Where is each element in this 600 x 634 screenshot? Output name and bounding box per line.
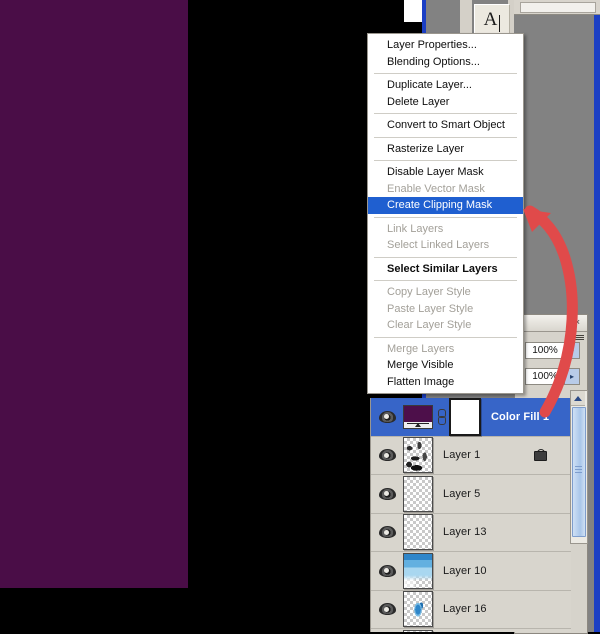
menu-item[interactable]: Merge Visible bbox=[368, 357, 523, 374]
menu-item: Paste Layer Style bbox=[387, 302, 474, 315]
layer-name: Layer 5 bbox=[443, 487, 481, 500]
layer-thumbnail-color-fill[interactable] bbox=[403, 404, 433, 429]
options-bar-field[interactable] bbox=[520, 2, 596, 13]
layer-name: Layer 13 bbox=[443, 526, 487, 539]
layer-visibility-toggle[interactable] bbox=[371, 410, 403, 423]
eye-icon bbox=[378, 526, 396, 539]
screenshot-root: A –× 100% ▸ 100% ▸ Color Fill 1 Layer 1 … bbox=[0, 0, 600, 634]
layer-thumbnail[interactable] bbox=[403, 591, 433, 628]
canvas-white-strip bbox=[404, 0, 422, 22]
menu-separator bbox=[374, 256, 517, 258]
layer-name: Layer 10 bbox=[443, 564, 487, 577]
layer-visibility-toggle[interactable] bbox=[371, 449, 403, 462]
menu-item[interactable]: Blending Options... bbox=[368, 54, 523, 71]
window-border-right bbox=[594, 0, 600, 632]
eye-icon bbox=[378, 487, 396, 500]
opacity-value[interactable]: 100% bbox=[525, 341, 565, 359]
menu-item: Copy Layer Style bbox=[387, 286, 471, 298]
menu-separator bbox=[374, 113, 517, 114]
menu-item[interactable]: Convert to Smart Object bbox=[368, 117, 523, 134]
layer-name: Color Fill 1 bbox=[491, 410, 550, 423]
scroll-up-arrow-icon[interactable] bbox=[571, 391, 585, 406]
opacity-stepper-icon[interactable]: ▸ bbox=[565, 341, 580, 359]
fill-stepper-icon[interactable]: ▸ bbox=[565, 367, 580, 385]
opacity-control[interactable]: 100% ▸ bbox=[525, 341, 580, 359]
layers-list[interactable]: Color Fill 1 Layer 1 Layer 5 Layer 13 La… bbox=[370, 398, 571, 632]
menu-item: Select Linked Layers bbox=[387, 239, 490, 251]
palette-titlebar[interactable]: –× bbox=[515, 315, 587, 332]
layer-visibility-toggle[interactable] bbox=[371, 487, 403, 500]
options-bar bbox=[514, 0, 600, 15]
menu-item: Link Layers bbox=[387, 222, 444, 235]
layer-name: Layer 16 bbox=[443, 603, 487, 616]
fill-control[interactable]: 100% ▸ bbox=[525, 367, 580, 385]
layer-mask-thumbnail[interactable] bbox=[449, 398, 481, 436]
layer-visibility-toggle[interactable] bbox=[371, 603, 403, 616]
menu-separator bbox=[374, 160, 517, 161]
menu-separator bbox=[374, 136, 517, 138]
menu-separator bbox=[374, 216, 517, 218]
menu-item[interactable]: Delete Layer bbox=[368, 94, 523, 111]
layer-thumbnail[interactable] bbox=[403, 475, 433, 512]
menu-item[interactable]: Disable Layer Mask bbox=[368, 164, 523, 181]
layer-name: Layer 1 bbox=[443, 449, 481, 462]
layer-thumbnail[interactable] bbox=[403, 437, 433, 474]
fill-value[interactable]: 100% bbox=[525, 367, 565, 385]
menu-item: Merge Layers bbox=[387, 342, 455, 355]
type-tool-icon: A bbox=[483, 8, 498, 30]
palette-collapse-icons[interactable]: –× bbox=[567, 317, 583, 327]
eye-icon bbox=[378, 603, 396, 616]
text-caret-icon bbox=[499, 14, 501, 32]
layer-link-icon[interactable] bbox=[436, 408, 446, 425]
layer-row[interactable]: Layer 16 bbox=[371, 590, 571, 629]
menu-item[interactable]: Create Clipping Mask bbox=[368, 197, 523, 214]
document-canvas-purple-fill bbox=[0, 0, 188, 588]
scrollbar-grip-icon bbox=[575, 466, 582, 473]
menu-separator bbox=[374, 280, 517, 281]
menu-item[interactable]: Select Similar Layers bbox=[368, 261, 523, 278]
layer-row[interactable]: Color Fill 1 bbox=[371, 398, 571, 437]
layer-row[interactable]: Layer 13 bbox=[371, 513, 571, 552]
scrollbar-thumb[interactable] bbox=[572, 407, 586, 537]
layer-row[interactable]: Layer 5 bbox=[371, 475, 571, 514]
menu-item[interactable]: Flatten Image bbox=[368, 374, 523, 391]
menu-separator bbox=[374, 336, 517, 338]
layer-thumbnail[interactable] bbox=[403, 514, 433, 551]
menu-separator bbox=[374, 73, 517, 74]
eye-icon bbox=[378, 410, 396, 423]
menu-item: Clear Layer Style bbox=[387, 319, 472, 331]
menu-item: Enable Vector Mask bbox=[387, 182, 485, 195]
eye-icon bbox=[378, 564, 396, 577]
menu-item[interactable]: Duplicate Layer... bbox=[368, 77, 523, 94]
layer-row[interactable]: Layer 10 bbox=[371, 552, 571, 591]
layer-thumbnail[interactable] bbox=[403, 552, 433, 589]
menu-item[interactable]: Layer Properties... bbox=[368, 37, 523, 54]
layer-row[interactable]: Layer 1 bbox=[371, 436, 571, 475]
horizontal-type-tool-button[interactable]: A bbox=[474, 4, 510, 36]
lock-icon bbox=[534, 449, 547, 462]
layer-visibility-toggle[interactable] bbox=[371, 564, 403, 577]
layer-visibility-toggle[interactable] bbox=[371, 526, 403, 539]
menu-item[interactable]: Rasterize Layer bbox=[368, 141, 523, 158]
layers-scrollbar[interactable] bbox=[570, 390, 588, 544]
layer-context-menu[interactable]: Layer Properties... Blending Options... Du… bbox=[367, 33, 524, 394]
eye-icon bbox=[378, 449, 396, 462]
